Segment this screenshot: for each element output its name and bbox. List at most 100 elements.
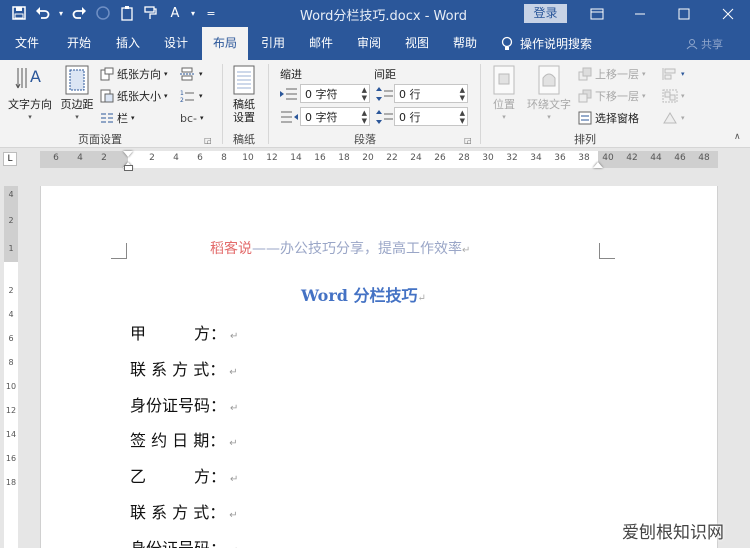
- ruler-tick: 28: [458, 153, 470, 163]
- tab-mailings[interactable]: 邮件: [298, 27, 344, 60]
- document-heading[interactable]: Word 分栏技巧↵: [301, 282, 426, 306]
- tab-insert[interactable]: 插入: [105, 27, 151, 60]
- format-painter-icon[interactable]: [140, 3, 162, 23]
- bring-forward-button[interactable]: 上移一层 ▾: [578, 64, 646, 84]
- ruler-tick: 10: [242, 153, 254, 163]
- margins-button[interactable]: 页边距 ▾: [56, 64, 98, 124]
- indent-left-input[interactable]: 0 字符 ▲ ▼: [300, 84, 370, 103]
- tab-view[interactable]: 视图: [394, 27, 440, 60]
- page-header-text[interactable]: 稻客说——办公技巧分享，提高工作效率↵: [210, 238, 470, 258]
- maximize-icon[interactable]: [662, 0, 706, 27]
- page-setup-launcher-icon[interactable]: ◲: [204, 136, 212, 145]
- svg-text:A: A: [30, 67, 41, 86]
- paragraph-mark: ↵: [230, 474, 239, 485]
- send-backward-button[interactable]: 下移一层 ▾: [578, 86, 646, 106]
- paragraph-mark: ↵: [229, 510, 238, 521]
- spacing-before-input[interactable]: 0 行 ▲ ▼: [394, 84, 468, 103]
- ribbon-display-options-icon[interactable]: [575, 0, 619, 27]
- selection-pane-button[interactable]: 选择窗格: [578, 108, 639, 128]
- columns-icon: [101, 113, 113, 123]
- size-button[interactable]: 纸张大小 ▾: [100, 86, 168, 106]
- paragraph-mark: ↵: [229, 438, 238, 449]
- spacing-after-input[interactable]: 0 行 ▲ ▼: [394, 107, 468, 126]
- tab-selector[interactable]: L: [3, 152, 17, 166]
- horizontal-ruler[interactable]: 6 4 2 2 4 6 8 10 12 14 16 18 20 22 24 26…: [40, 151, 718, 168]
- redo-icon[interactable]: [68, 3, 90, 23]
- line-text: 联 系 方 式：: [130, 503, 226, 522]
- touch-mode-icon[interactable]: [92, 3, 114, 23]
- hyphenation-button[interactable]: bc- ▾: [180, 108, 204, 128]
- document-line[interactable]: 签 约 日 期： ↵: [130, 427, 238, 451]
- position-button[interactable]: 位置 ▾: [486, 64, 522, 124]
- close-icon[interactable]: [706, 0, 750, 27]
- undo-dropdown-icon[interactable]: ▾: [56, 3, 66, 23]
- indent-left-spin-arrows[interactable]: ▲ ▼: [362, 86, 367, 102]
- document-line[interactable]: 乙 方： ↵: [130, 463, 238, 487]
- line-text: 签 约 日 期：: [130, 431, 226, 450]
- font-dropdown-icon[interactable]: ▾: [188, 3, 198, 23]
- crop-mark-top-right: [599, 243, 615, 259]
- vertical-ruler[interactable]: 4 2 1 2 4 6 8 10 12 14 16 18: [4, 186, 18, 548]
- document-page[interactable]: 稻客说——办公技巧分享，提高工作效率↵ Word 分栏技巧↵ 甲 方： ↵ 联 系…: [40, 186, 718, 548]
- share-button[interactable]: 共享: [686, 27, 723, 60]
- vruler-tick: 12: [5, 406, 17, 415]
- tab-layout[interactable]: 布局: [202, 27, 248, 60]
- ruler-tick: 36: [554, 153, 566, 163]
- line-numbers-icon: 12: [180, 90, 194, 103]
- align-button[interactable]: ▾: [662, 64, 685, 84]
- spacing-after-icon: [376, 110, 394, 127]
- tab-references[interactable]: 引用: [250, 27, 296, 60]
- ruler-tick: 12: [266, 153, 278, 163]
- tab-file[interactable]: 文件: [4, 27, 50, 60]
- tab-home[interactable]: 开始: [56, 27, 102, 60]
- document-line[interactable]: 联 系 方 式： ↵: [130, 356, 238, 380]
- ruler-row: L 6 4 2 2 4 6 8 10 12 14 16 18 20 22 24 …: [0, 148, 750, 170]
- group-separator: [480, 64, 481, 144]
- right-indent-marker[interactable]: [593, 162, 603, 168]
- tab-review[interactable]: 审阅: [346, 27, 392, 60]
- indent-right-input[interactable]: 0 字符 ▲ ▼: [300, 107, 370, 126]
- rotate-button[interactable]: ▾: [662, 108, 685, 128]
- spacing-after-spin-arrows[interactable]: ▲ ▼: [460, 109, 465, 125]
- login-button[interactable]: 登录: [524, 4, 567, 23]
- font-color-icon[interactable]: A: [164, 3, 186, 23]
- bring-forward-icon: [578, 67, 592, 81]
- tab-help[interactable]: 帮助: [442, 27, 488, 60]
- clipboard-icon[interactable]: [116, 3, 138, 23]
- ruler-tick: 18: [338, 153, 350, 163]
- breaks-icon: [180, 67, 194, 81]
- tab-design[interactable]: 设计: [153, 27, 199, 60]
- manuscript-settings-button[interactable]: 稿纸 设置: [226, 64, 262, 124]
- title-bar: ▾ A ▾ = Word分栏技巧.docx - Word 登录: [0, 0, 750, 27]
- customize-qat-icon[interactable]: =: [200, 3, 222, 23]
- ruler-tick: 38: [578, 153, 590, 163]
- minimize-icon[interactable]: [618, 0, 662, 27]
- save-icon[interactable]: [8, 3, 30, 23]
- tell-me-search[interactable]: 操作说明搜索: [500, 27, 592, 60]
- undo-icon[interactable]: [32, 3, 54, 23]
- columns-button[interactable]: 栏 ▾: [100, 108, 135, 128]
- collapse-ribbon-icon[interactable]: ∧: [734, 132, 741, 142]
- wrap-text-button[interactable]: 环绕文字 ▾: [524, 64, 574, 124]
- group-objects-button[interactable]: ▾: [662, 86, 685, 106]
- spacing-before-spin-arrows[interactable]: ▲ ▼: [460, 86, 465, 102]
- orientation-button[interactable]: 纸张方向 ▾: [100, 64, 168, 84]
- document-line[interactable]: 甲 方： ↵: [130, 320, 238, 344]
- breaks-button[interactable]: ▾: [180, 64, 203, 84]
- line-text: 乙 方：: [130, 467, 227, 486]
- first-line-indent-marker[interactable]: [123, 151, 133, 157]
- document-line[interactable]: 身份证号码：↵: [130, 392, 238, 416]
- indent-right-spin-arrows[interactable]: ▲ ▼: [362, 109, 367, 125]
- line-text: 甲 方：: [130, 324, 227, 343]
- document-line[interactable]: 联 系 方 式： ↵: [130, 499, 238, 523]
- paragraph-launcher-icon[interactable]: ◲: [464, 136, 472, 145]
- margins-label: 页边距: [60, 98, 94, 111]
- document-line[interactable]: 身份证号码：↵: [130, 535, 238, 548]
- text-direction-button[interactable]: A 文字方向 ▾: [6, 64, 54, 124]
- vruler-tick: 18: [5, 478, 17, 487]
- ruler-tick: 42: [626, 153, 638, 163]
- left-indent-box[interactable]: [124, 165, 133, 171]
- send-backward-label: 下移一层: [595, 90, 639, 103]
- line-numbers-button[interactable]: 1 2 ▾: [180, 86, 203, 106]
- ruler-tick: 8: [221, 153, 227, 163]
